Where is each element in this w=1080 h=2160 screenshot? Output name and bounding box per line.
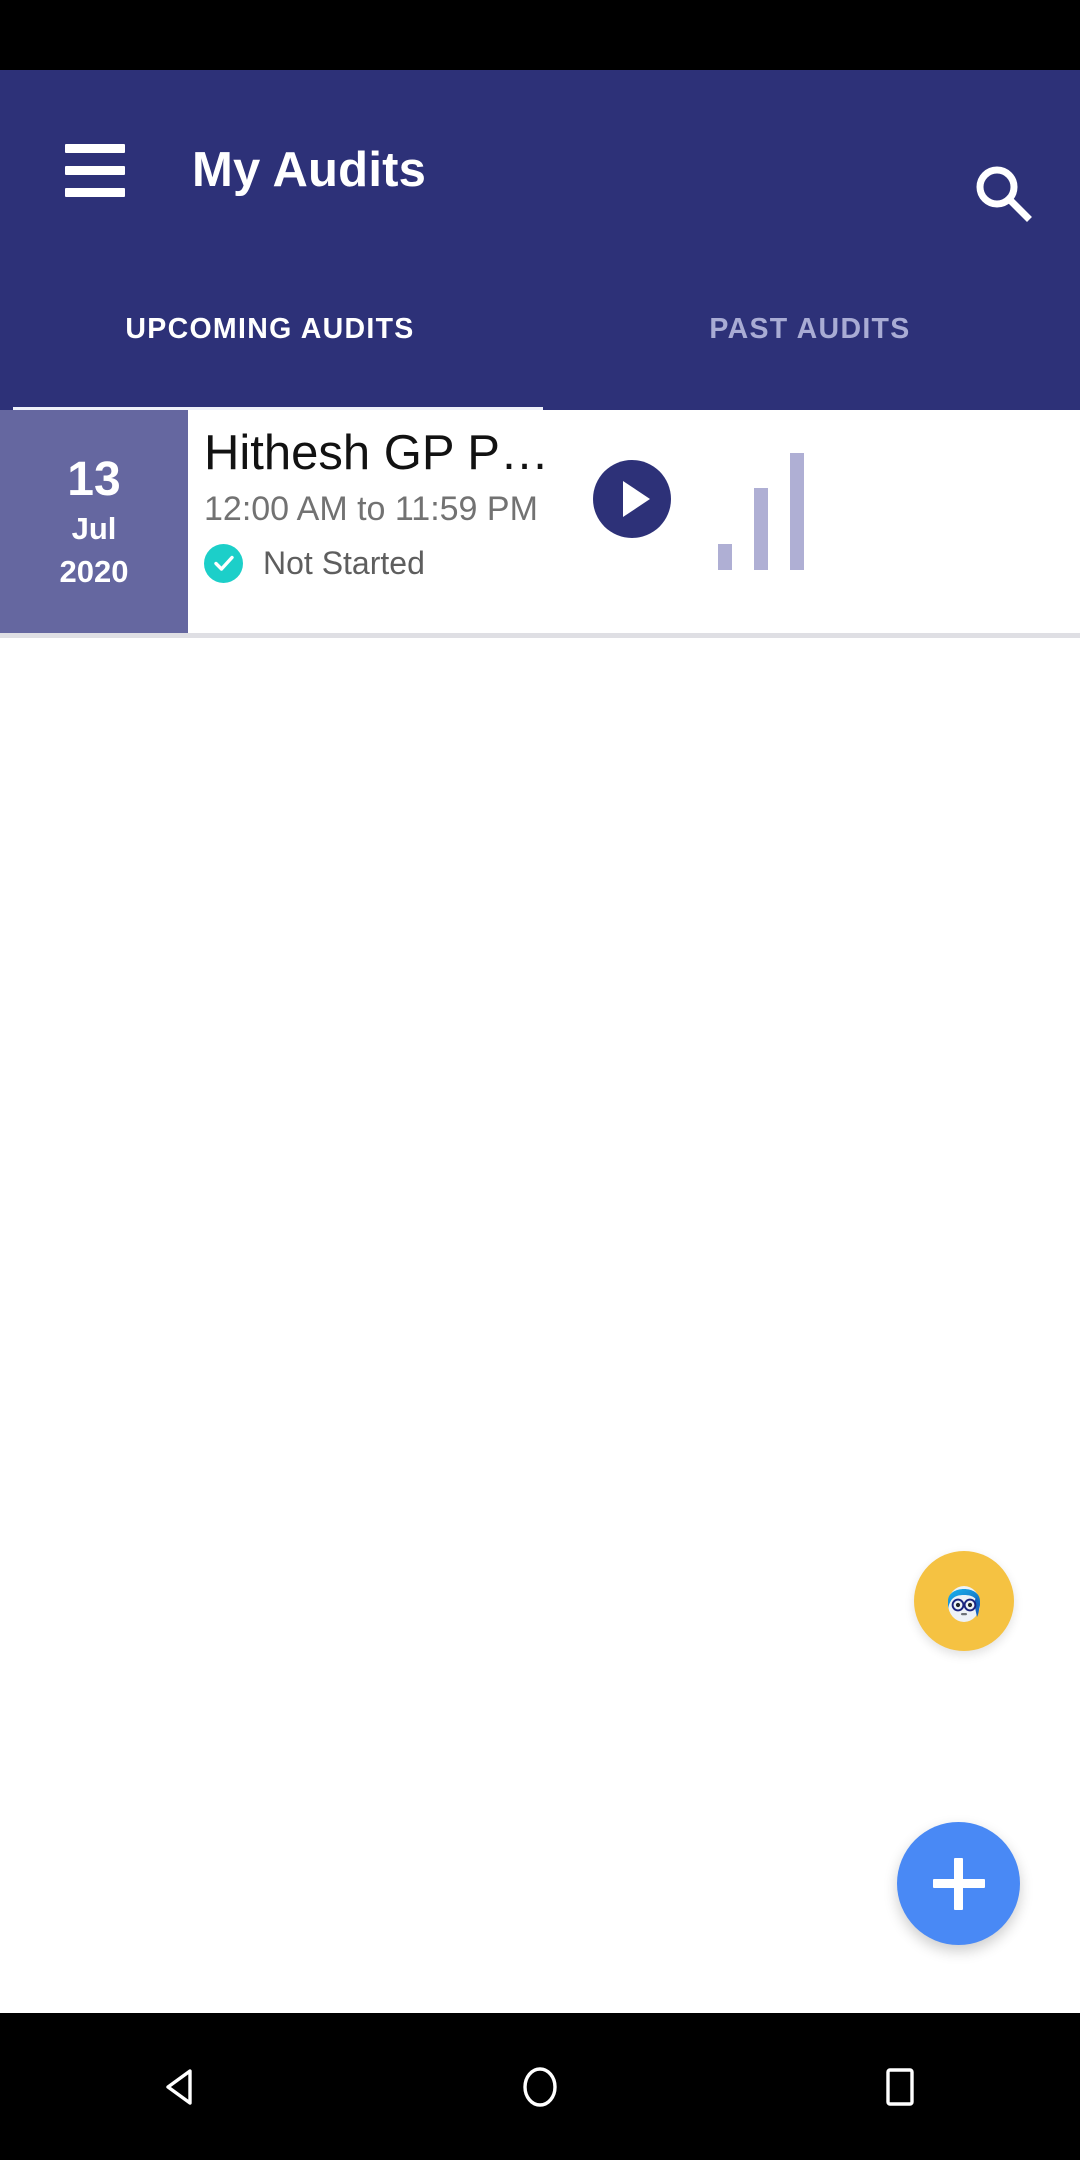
- plus-icon-vertical: [954, 1857, 963, 1910]
- menu-line-1: [65, 143, 125, 153]
- recents-square-icon[interactable]: [720, 2059, 1080, 2115]
- phone-screen: My Audits UPCOMING AUDITS PAST AUDITS 13…: [0, 0, 1080, 2160]
- audit-date-year: 2020: [59, 554, 129, 590]
- status-badge: Not Started: [263, 544, 425, 581]
- android-nav-bar: [0, 2013, 1080, 2160]
- signal-bar-2: [754, 488, 768, 570]
- tab-upcoming-audits-label: UPCOMING AUDITS: [125, 312, 415, 345]
- signal-bar-3: [790, 453, 804, 570]
- audit-list-item[interactable]: 13 Jul 2020 Hithesh GP P… 12:00 AM to 11…: [0, 410, 1080, 638]
- page-title: My Audits: [192, 143, 427, 197]
- audit-card-body: Hithesh GP P… 12:00 AM to 11:59 PM Not S…: [188, 410, 1080, 633]
- hamburger-menu-icon[interactable]: [42, 125, 148, 215]
- audit-date-block: 13 Jul 2020: [0, 410, 188, 633]
- home-circle-icon[interactable]: [360, 2059, 720, 2115]
- tab-past-audits[interactable]: PAST AUDITS: [540, 270, 1080, 410]
- tab-past-audits-label: PAST AUDITS: [709, 312, 911, 345]
- app-bar-top-row: My Audits: [0, 70, 1080, 270]
- back-triangle-icon[interactable]: [0, 2059, 360, 2115]
- tab-bar: UPCOMING AUDITS PAST AUDITS: [0, 270, 1080, 414]
- tab-upcoming-audits[interactable]: UPCOMING AUDITS: [0, 270, 540, 410]
- signal-bar-1: [718, 544, 732, 570]
- audit-date-day: 13: [67, 452, 121, 506]
- add-button[interactable]: [897, 1822, 1020, 1945]
- audits-list: 13 Jul 2020 Hithesh GP P… 12:00 AM to 11…: [0, 410, 1080, 638]
- app-bar: My Audits UPCOMING AUDITS PAST AUDITS: [0, 70, 1080, 414]
- avatar-icon[interactable]: [914, 1551, 1014, 1651]
- check-circle-icon: [204, 543, 243, 583]
- audit-status: Not Started: [204, 543, 1080, 583]
- signal-bars-icon[interactable]: [718, 453, 828, 570]
- menu-line-3: [65, 187, 125, 197]
- status-bar: [0, 0, 1080, 70]
- audit-date-month: Jul: [71, 511, 117, 547]
- search-icon[interactable]: [968, 158, 1038, 228]
- play-triangle: [622, 481, 650, 517]
- play-icon[interactable]: [593, 460, 671, 538]
- menu-line-2: [65, 165, 125, 175]
